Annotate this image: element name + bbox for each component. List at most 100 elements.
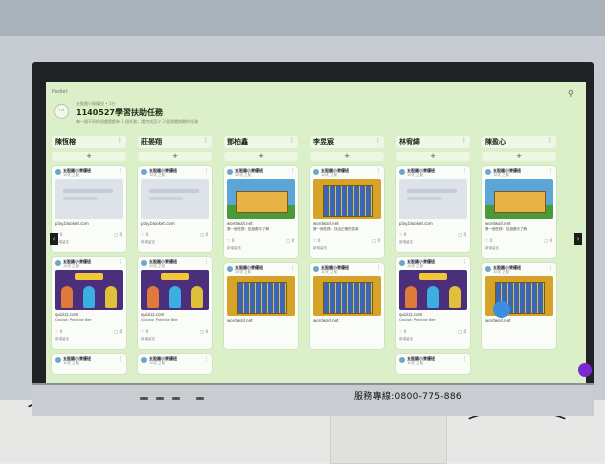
scroll-left-icon[interactable]: ‹	[50, 233, 58, 245]
like-count[interactable]: ♡ 0	[141, 232, 148, 237]
link-url[interactable]: wordwall.net	[485, 318, 511, 323]
add-comment-link[interactable]: 新增留言	[55, 337, 69, 342]
column-menu-icon[interactable]: ⋮	[203, 137, 209, 144]
post-menu-icon[interactable]: ⋮	[204, 259, 209, 265]
comment-count[interactable]: □ 0	[458, 329, 466, 334]
link-url[interactable]: quizizz.com	[141, 312, 164, 317]
column-header[interactable]: 林宥緯 ⋮	[396, 136, 470, 148]
comment-count[interactable]: □ 0	[286, 238, 294, 243]
post-menu-icon[interactable]: ⋮	[204, 356, 209, 362]
scroll-right-icon[interactable]: ›	[574, 233, 582, 245]
link-preview-image[interactable]	[141, 270, 209, 310]
add-comment-link[interactable]: 新增留言	[141, 337, 155, 342]
column-header[interactable]: 陳恆榕 ⋮	[52, 136, 126, 148]
add-comment-link[interactable]: 新增留言	[399, 240, 413, 245]
like-count[interactable]: ♡ 0	[399, 329, 406, 334]
link-url[interactable]: wordwall.net	[313, 221, 339, 226]
like-count[interactable]: ♡ 0	[141, 329, 148, 334]
post-menu-icon[interactable]: ⋮	[118, 259, 123, 265]
column-menu-icon[interactable]: ⋮	[461, 137, 467, 144]
post-menu-icon[interactable]: ⋮	[290, 168, 295, 174]
link-url[interactable]: quizizz.com	[55, 312, 78, 317]
link-url[interactable]: play.blooket.com	[141, 221, 175, 226]
column-header[interactable]: 陳盈心 ⋮	[482, 136, 556, 148]
link-preview-image[interactable]	[485, 179, 553, 219]
app-logo[interactable]: Padlet	[52, 89, 67, 95]
column-header[interactable]: 莊晏翔 ⋮	[138, 136, 212, 148]
post-menu-icon[interactable]: ⋮	[462, 259, 467, 265]
comment-count[interactable]: □ 0	[114, 329, 122, 334]
post-card[interactable]: 五股國小資優班 10天 之前 ⋮ quizizz.com Quizizz: Prac…	[396, 257, 470, 349]
post-card[interactable]: 五股國小資優班 10天 之前 ⋮ wordwall.net 第一個任務：找出正確的答…	[310, 166, 384, 258]
like-count[interactable]: ♡ 0	[399, 232, 406, 237]
link-url[interactable]: quizizz.com	[399, 312, 422, 317]
link-url[interactable]: wordwall.net	[227, 318, 253, 323]
post-card[interactable]: 五股國小資優班 10天 之前 ⋮	[396, 354, 470, 374]
post-menu-icon[interactable]: ⋮	[462, 168, 467, 174]
add-comment-link[interactable]: 新增留言	[485, 246, 499, 251]
like-count[interactable]: ♡ 0	[55, 329, 62, 334]
column-menu-icon[interactable]: ⋮	[289, 137, 295, 144]
column-header[interactable]: 李昱宸 ⋮	[310, 136, 384, 148]
comment-count[interactable]: □ 0	[114, 232, 122, 237]
column-menu-icon[interactable]: ⋮	[547, 137, 553, 144]
comment-count[interactable]: □ 0	[200, 329, 208, 334]
comment-count[interactable]: □ 0	[544, 238, 552, 243]
post-menu-icon[interactable]: ⋮	[118, 168, 123, 174]
add-comment-link[interactable]: 新增留言	[227, 246, 241, 251]
link-url[interactable]: wordwall.net	[485, 221, 511, 226]
add-comment-link[interactable]: 新增留言	[313, 246, 327, 251]
post-menu-icon[interactable]: ⋮	[376, 265, 381, 271]
add-post-button[interactable]: +	[310, 152, 384, 161]
post-card[interactable]: 五股國小資優班 10天 之前 ⋮play.blooket.com♡ 0□ 0新增…	[138, 166, 212, 252]
post-card[interactable]: 五股國小資優班 10天 之前 ⋮ wordwall.net 第一個任務：從遊戲中了解…	[224, 166, 298, 258]
link-preview-image[interactable]	[55, 270, 123, 310]
add-comment-link[interactable]: 新增留言	[141, 240, 155, 245]
post-card[interactable]: 五股國小資優班 10天 之前 ⋮	[52, 354, 126, 374]
link-preview-image[interactable]	[55, 179, 123, 219]
link-url[interactable]: play.blooket.com	[399, 221, 433, 226]
monitor-button-icon[interactable]	[140, 397, 148, 400]
add-post-button[interactable]: +	[52, 152, 126, 161]
floating-action-icon[interactable]	[578, 363, 592, 377]
post-menu-icon[interactable]: ⋮	[290, 265, 295, 271]
column-menu-icon[interactable]: ⋮	[117, 137, 123, 144]
add-post-button[interactable]: +	[482, 152, 556, 161]
comment-count[interactable]: □ 0	[458, 232, 466, 237]
link-preview-image[interactable]	[227, 276, 295, 316]
link-preview-image[interactable]	[399, 179, 467, 219]
monitor-button-icon[interactable]	[196, 397, 204, 400]
post-card[interactable]: 五股國小資優班 10天 之前 ⋮ quizizz.com Quizizz: Prac…	[52, 257, 126, 349]
add-post-button[interactable]: +	[396, 152, 470, 161]
column-menu-icon[interactable]: ⋮	[375, 137, 381, 144]
add-comment-link[interactable]: 新增留言	[399, 337, 413, 342]
add-post-button[interactable]: +	[224, 152, 298, 161]
post-card[interactable]: 五股國小資優班 10天 之前 ⋮play.blooket.com♡ 0□ 0新增…	[396, 166, 470, 252]
post-card[interactable]: 五股國小資優班 10天 之前 ⋮ wordwall.net	[310, 263, 384, 349]
monitor-button-icon[interactable]	[172, 397, 180, 400]
comment-count[interactable]: □ 0	[200, 232, 208, 237]
post-menu-icon[interactable]: ⋮	[548, 265, 553, 271]
link-url[interactable]: wordwall.net	[313, 318, 339, 323]
column-header[interactable]: 鄧柏鑫 ⋮	[224, 136, 298, 148]
like-count[interactable]: ♡ 0	[485, 238, 492, 243]
board-menu-icon[interactable]: ⋯	[54, 104, 69, 119]
post-menu-icon[interactable]: ⋮	[548, 168, 553, 174]
post-card[interactable]: 五股國小資優班 10天 之前 ⋮	[138, 354, 212, 374]
post-menu-icon[interactable]: ⋮	[118, 356, 123, 362]
post-menu-icon[interactable]: ⋮	[204, 168, 209, 174]
link-preview-image[interactable]	[399, 270, 467, 310]
search-icon[interactable]: ⚲	[568, 89, 574, 98]
link-preview-image[interactable]	[313, 179, 381, 219]
monitor-button-icon[interactable]	[156, 397, 164, 400]
post-card[interactable]: 五股國小資優班 10天 之前 ⋮ wordwall.net	[224, 263, 298, 349]
like-count[interactable]: ♡ 0	[227, 238, 234, 243]
post-menu-icon[interactable]: ⋮	[462, 356, 467, 362]
link-url[interactable]: play.blooket.com	[55, 221, 89, 226]
post-card[interactable]: 五股國小資優班 10天 之前 ⋮ wordwall.net 第一個任務：從遊戲中了解…	[482, 166, 556, 258]
link-preview-image[interactable]	[141, 179, 209, 219]
comment-count[interactable]: □ 0	[372, 238, 380, 243]
link-preview-image[interactable]	[313, 276, 381, 316]
link-preview-image[interactable]	[227, 179, 295, 219]
like-count[interactable]: ♡ 0	[313, 238, 320, 243]
